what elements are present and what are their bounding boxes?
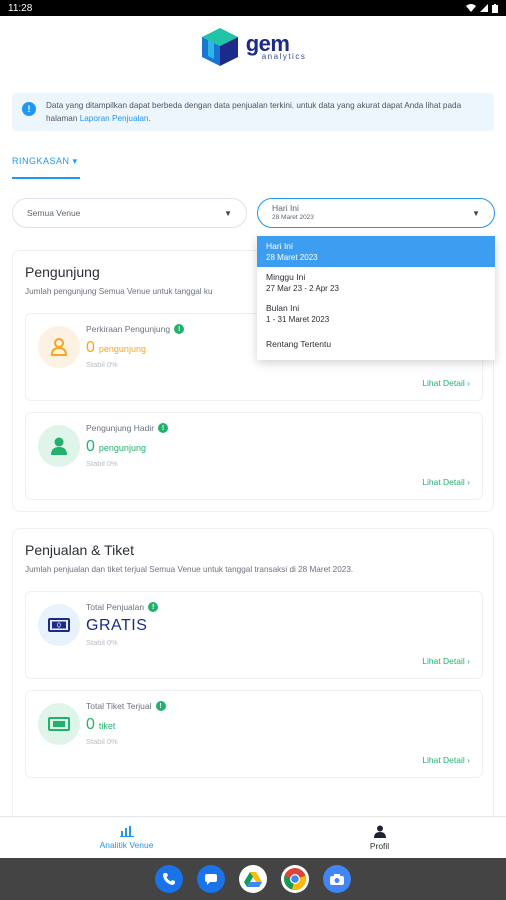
menu-item-this-month[interactable]: Bulan Ini 1 - 31 Maret 2023	[257, 298, 495, 329]
metric-label: Pengunjung Hadir	[86, 423, 155, 433]
camera-app-icon[interactable]	[323, 865, 351, 893]
date-select-sub: 28 Maret 2023	[272, 214, 314, 221]
gem-cube-icon	[201, 28, 238, 66]
signal-icon	[480, 4, 488, 12]
metric-trend: Stabil 0%	[86, 459, 118, 468]
battery-icon	[492, 3, 498, 13]
caret-down-icon: ▾	[72, 156, 78, 166]
sales-report-link[interactable]: Laporan Penjualan	[80, 114, 149, 123]
metric-value: 0	[86, 339, 95, 356]
metric-trend: Stabil 0%	[86, 360, 118, 369]
messages-app-icon[interactable]	[197, 865, 225, 893]
banknote-icon: 0	[38, 604, 80, 646]
bar-chart-icon	[119, 826, 134, 837]
metric-label: Total Tiket Terjual	[86, 701, 152, 711]
metric-trend: Stabil 0%	[86, 737, 118, 746]
metric-unit: pengunjung	[98, 344, 146, 354]
info-icon: !	[22, 102, 36, 116]
info-dot-icon[interactable]: !	[158, 423, 169, 433]
ticket-icon	[38, 703, 80, 745]
app-header: gem analytics	[0, 16, 506, 78]
menu-item-today[interactable]: Hari Ini 28 Maret 2023	[257, 236, 495, 267]
menu-item-this-week[interactable]: Minggu Ini 27 Mar 23 - 2 Apr 23	[257, 267, 495, 298]
metric-value: 0	[86, 438, 95, 455]
detail-link[interactable]: Lihat Detail ›	[422, 378, 470, 388]
person-icon	[373, 825, 386, 838]
metric-unit: tiket	[98, 721, 116, 731]
main-content: ! Data yang ditampilkan dapat berbeda de…	[0, 78, 506, 816]
info-dot-icon[interactable]: !	[174, 324, 185, 334]
attended-visitors-card[interactable]: Pengunjung Hadir! 0 pengunjung Stabil 0% …	[25, 412, 483, 500]
metric-unit: pengunjung	[98, 443, 146, 453]
caret-down-icon: ▼	[472, 208, 480, 218]
sales-desc: Jumlah penjualan dan tiket terjual Semua…	[25, 565, 354, 574]
status-bar: 11:28	[0, 0, 506, 16]
date-range-menu: Hari Ini 28 Maret 2023 Minggu Ini 27 Mar 2…	[257, 236, 495, 360]
drive-app-icon[interactable]	[239, 865, 267, 893]
metric-label: Perkiraan Pengunjung	[86, 324, 171, 334]
nav-profile[interactable]: Profil	[253, 817, 506, 858]
brand-logo: gem analytics	[200, 26, 307, 68]
tickets-sold-card[interactable]: Total Tiket Terjual! 0 tiket Stabil 0% Li…	[25, 690, 483, 778]
chevron-right-icon: ›	[467, 378, 470, 388]
status-time: 11:28	[8, 2, 33, 14]
date-select-label: Hari Ini	[272, 203, 299, 213]
info-dot-icon[interactable]: !	[148, 602, 159, 612]
bottom-nav: Analitik Venue Profil	[0, 816, 506, 858]
system-dock	[0, 858, 506, 900]
info-text: Data yang ditampilkan dapat berbeda deng…	[46, 101, 462, 123]
chevron-right-icon: ›	[467, 755, 470, 765]
nav-venue-analytics[interactable]: Analitik Venue	[0, 817, 253, 858]
metric-value: GRATIS	[86, 617, 148, 634]
caret-down-icon: ▼	[224, 208, 232, 218]
chevron-right-icon: ›	[467, 656, 470, 666]
person-filled-icon	[38, 425, 80, 467]
venue-select[interactable]: Semua Venue ▼	[12, 198, 247, 228]
visitors-desc: Jumlah pengunjung Semua Venue untuk tang…	[25, 287, 213, 296]
metric-value: 0	[86, 716, 95, 733]
metric-trend: Stabil 0%	[86, 638, 118, 647]
visitors-title: Pengunjung	[25, 264, 100, 280]
status-icons	[466, 3, 498, 13]
person-outline-icon	[38, 326, 80, 368]
chrome-app-icon[interactable]	[281, 865, 309, 893]
sales-title: Penjualan & Tiket	[25, 542, 134, 558]
brand-sub: analytics	[261, 52, 307, 61]
menu-item-custom-range[interactable]: Rentang Tertentu	[257, 329, 495, 360]
svg-text:0: 0	[57, 623, 61, 630]
info-banner: ! Data yang ditampilkan dapat berbeda de…	[12, 93, 494, 131]
detail-link[interactable]: Lihat Detail ›	[422, 477, 470, 487]
tab-summary[interactable]: RINGKASAN ▾	[12, 156, 80, 179]
phone-app-icon[interactable]	[155, 865, 183, 893]
sales-card: Penjualan & Tiket Jumlah penjualan dan t…	[12, 528, 494, 816]
metric-label: Total Penjualan	[86, 602, 145, 612]
chevron-right-icon: ›	[467, 477, 470, 487]
detail-link[interactable]: Lihat Detail ›	[422, 755, 470, 765]
date-select[interactable]: Hari Ini 28 Maret 2023 ▼	[257, 198, 495, 228]
wifi-icon	[466, 4, 476, 12]
info-dot-icon[interactable]: !	[155, 701, 166, 711]
detail-link[interactable]: Lihat Detail ›	[422, 656, 470, 666]
total-sales-card[interactable]: 0 Total Penjualan! GRATIS Stabil 0% Liha…	[25, 591, 483, 679]
